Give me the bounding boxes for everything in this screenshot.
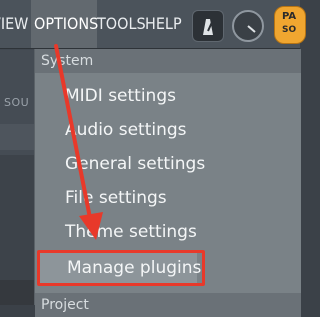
- menu-bar: VIEW OPTIONS TOOLS HELP PA SO: [0, 0, 306, 49]
- background-strip: [0, 280, 34, 305]
- metronome-glyph: [203, 19, 214, 35]
- menu-help[interactable]: HELP: [145, 0, 187, 48]
- menu-item-manage-plugins[interactable]: Manage plugins: [39, 251, 201, 285]
- master-knob-icon[interactable]: [232, 10, 264, 42]
- options-dropdown: System MIDI settings Audio settings Gene…: [34, 49, 301, 317]
- menu-item-audio-settings[interactable]: Audio settings: [35, 113, 301, 147]
- menu-item-general-settings[interactable]: General settings: [35, 147, 301, 181]
- metronome-icon[interactable]: [192, 10, 224, 42]
- pattern-song-toggle[interactable]: PA SO: [274, 6, 306, 44]
- toggle-label-top: PA: [282, 11, 297, 22]
- background-label: SOU: [4, 96, 30, 109]
- knob-indicator: [247, 25, 256, 33]
- background-band: [0, 124, 34, 150]
- menu-item-midi-settings[interactable]: MIDI settings: [35, 79, 301, 113]
- section-header-project: Project: [35, 293, 301, 317]
- section-header-system: System: [35, 49, 301, 73]
- menu-item-theme-settings[interactable]: Theme settings: [35, 215, 301, 249]
- menu-item-file-settings[interactable]: File settings: [35, 181, 301, 215]
- menu-options[interactable]: OPTIONS: [31, 0, 98, 48]
- menu-tools[interactable]: TOOLS: [97, 0, 146, 48]
- toggle-label-bottom: SO: [282, 25, 297, 35]
- menu-view[interactable]: VIEW: [0, 0, 30, 48]
